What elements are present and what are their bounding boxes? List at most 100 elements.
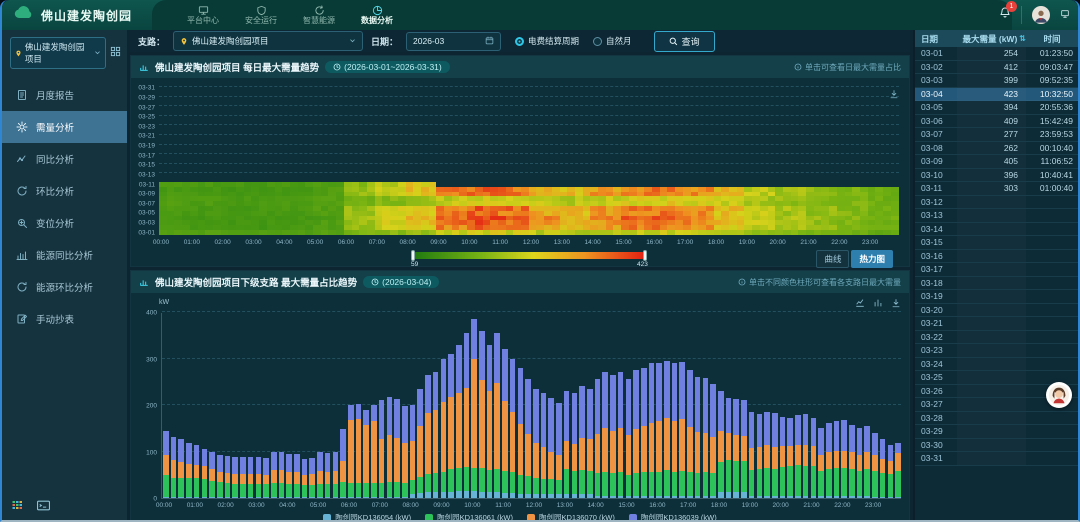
stacked-bar[interactable] <box>757 414 763 498</box>
stacked-bar[interactable] <box>587 389 593 498</box>
stacked-bar[interactable] <box>340 429 346 498</box>
apps-grid-icon[interactable] <box>12 498 25 516</box>
nav-item-4[interactable]: 数据分析 <box>361 0 393 30</box>
query-button[interactable]: 查询 <box>654 31 715 52</box>
table-row[interactable]: 03-0727723:59:53 <box>915 128 1078 142</box>
stacked-bar[interactable] <box>232 457 238 498</box>
sidebar-item-2[interactable]: 需量分析 <box>2 111 127 143</box>
table-row[interactable]: 03-14 <box>915 223 1078 237</box>
stacked-bar[interactable] <box>872 433 878 498</box>
stacked-bar[interactable] <box>333 452 339 498</box>
table-row[interactable]: 03-0442310:32:50 <box>915 88 1078 102</box>
table-row[interactable]: 03-17 <box>915 263 1078 277</box>
stacked-bar[interactable] <box>217 455 223 498</box>
stacked-bar[interactable] <box>309 458 315 498</box>
stacked-bar[interactable] <box>171 437 177 498</box>
table-row[interactable]: 03-29 <box>915 425 1078 439</box>
table-row[interactable]: 03-1130301:00:40 <box>915 182 1078 196</box>
table-row[interactable]: 03-22 <box>915 331 1078 345</box>
stacked-bar[interactable] <box>248 457 254 498</box>
stacked-bar[interactable] <box>641 368 647 498</box>
stacked-bar[interactable] <box>479 331 485 498</box>
date-input[interactable]: 2026-03 <box>406 32 501 51</box>
stacked-bar[interactable] <box>733 399 739 498</box>
stacked-bar[interactable] <box>279 452 285 498</box>
stacked-bar[interactable] <box>764 412 770 498</box>
table-row[interactable]: 03-12 <box>915 196 1078 210</box>
stacked-bar[interactable] <box>795 415 801 498</box>
stacked-bar[interactable] <box>510 359 516 498</box>
stacked-bar[interactable] <box>787 418 793 498</box>
table-row[interactable]: 03-21 <box>915 317 1078 331</box>
stacked-bar[interactable] <box>780 417 786 498</box>
stacked-bar[interactable] <box>394 399 400 498</box>
stacked-bar[interactable] <box>356 404 362 498</box>
stacked-bar[interactable] <box>471 319 477 498</box>
stacked-bar[interactable] <box>402 406 408 498</box>
branch-select[interactable]: 佛山建发陶创园项目 <box>173 31 363 51</box>
stacked-bar[interactable] <box>849 425 855 498</box>
stacked-bar[interactable] <box>633 370 639 498</box>
stacked-bar[interactable] <box>464 333 470 498</box>
stacked-bar[interactable] <box>317 452 323 498</box>
table-row[interactable]: 03-0339909:52:35 <box>915 74 1078 88</box>
stacked-bar[interactable] <box>834 421 840 498</box>
stacked-bar[interactable] <box>441 359 447 498</box>
stacked-bar[interactable] <box>649 363 655 498</box>
stacked-bar[interactable] <box>726 398 732 498</box>
stacked-bar[interactable] <box>518 368 524 498</box>
table-row[interactable]: 03-1039610:40:41 <box>915 169 1078 183</box>
table-row[interactable]: 03-16 <box>915 250 1078 264</box>
stacked-bar[interactable] <box>772 413 778 498</box>
stacked-bar[interactable] <box>387 397 393 498</box>
stacked-bar[interactable] <box>741 400 747 498</box>
stacked-bar[interactable] <box>425 375 431 498</box>
stacked-bar[interactable] <box>556 403 562 498</box>
color-scale-slider[interactable] <box>413 252 645 259</box>
stacked-bar[interactable] <box>579 386 585 498</box>
nav-item-3[interactable]: 智慧能源 <box>303 0 335 30</box>
stacked-bar[interactable] <box>656 363 662 498</box>
table-row[interactable]: 03-0241209:03:47 <box>915 61 1078 75</box>
stacked-bar[interactable] <box>602 372 608 498</box>
sidebar-item-5[interactable]: 变位分析 <box>2 207 127 239</box>
stacked-bar[interactable] <box>240 457 246 498</box>
table-row[interactable]: 03-15 <box>915 236 1078 250</box>
stacked-bar[interactable] <box>703 378 709 498</box>
stacked-bar[interactable] <box>363 410 369 498</box>
heatmap-row[interactable] <box>159 230 899 235</box>
notifications-button[interactable]: 1 <box>999 6 1022 24</box>
sidebar-item-6[interactable]: 能源同比分析 <box>2 239 127 271</box>
stacked-bar[interactable] <box>695 377 701 498</box>
table-row[interactable]: 03-0940511:06:52 <box>915 155 1078 169</box>
stacked-bar[interactable] <box>572 393 578 498</box>
sidebar-item-1[interactable]: 月度报告 <box>2 79 127 111</box>
stacked-bar[interactable] <box>618 372 624 498</box>
stacked-bar[interactable] <box>271 452 277 498</box>
table-row[interactable]: 03-19 <box>915 290 1078 304</box>
sidebar-item-4[interactable]: 环比分析 <box>2 175 127 207</box>
stacked-bar[interactable] <box>687 370 693 498</box>
stacked-bar[interactable] <box>888 445 894 498</box>
stacked-bar[interactable] <box>864 426 870 498</box>
stacked-bar[interactable] <box>194 445 200 498</box>
stacked-bar[interactable] <box>433 372 439 498</box>
table-row[interactable]: 03-20 <box>915 304 1078 318</box>
stacked-bar[interactable] <box>548 398 554 498</box>
curve-toggle-button[interactable]: 曲线 <box>816 250 849 268</box>
table-row[interactable]: 03-31 <box>915 452 1078 466</box>
table-row[interactable]: 03-18 <box>915 277 1078 291</box>
sidebar-item-8[interactable]: 手动抄表 <box>2 303 127 335</box>
table-row[interactable]: 03-23 <box>915 344 1078 358</box>
project-grid-button[interactable] <box>110 44 121 62</box>
stacked-bar[interactable] <box>325 453 331 498</box>
stacked-bar[interactable] <box>564 391 570 498</box>
console-list-icon[interactable] <box>37 498 50 516</box>
stacked-bar[interactable] <box>679 362 685 498</box>
legend-item[interactable]: 陶创园KD136061 (kW) <box>425 512 513 522</box>
stacked-bar[interactable] <box>672 363 678 498</box>
stacked-bar[interactable] <box>487 345 493 498</box>
billing-cycle-radio[interactable]: 电费结算周期 <box>515 35 579 47</box>
stacked-bar[interactable] <box>209 452 215 498</box>
stacked-bar[interactable] <box>841 420 847 498</box>
